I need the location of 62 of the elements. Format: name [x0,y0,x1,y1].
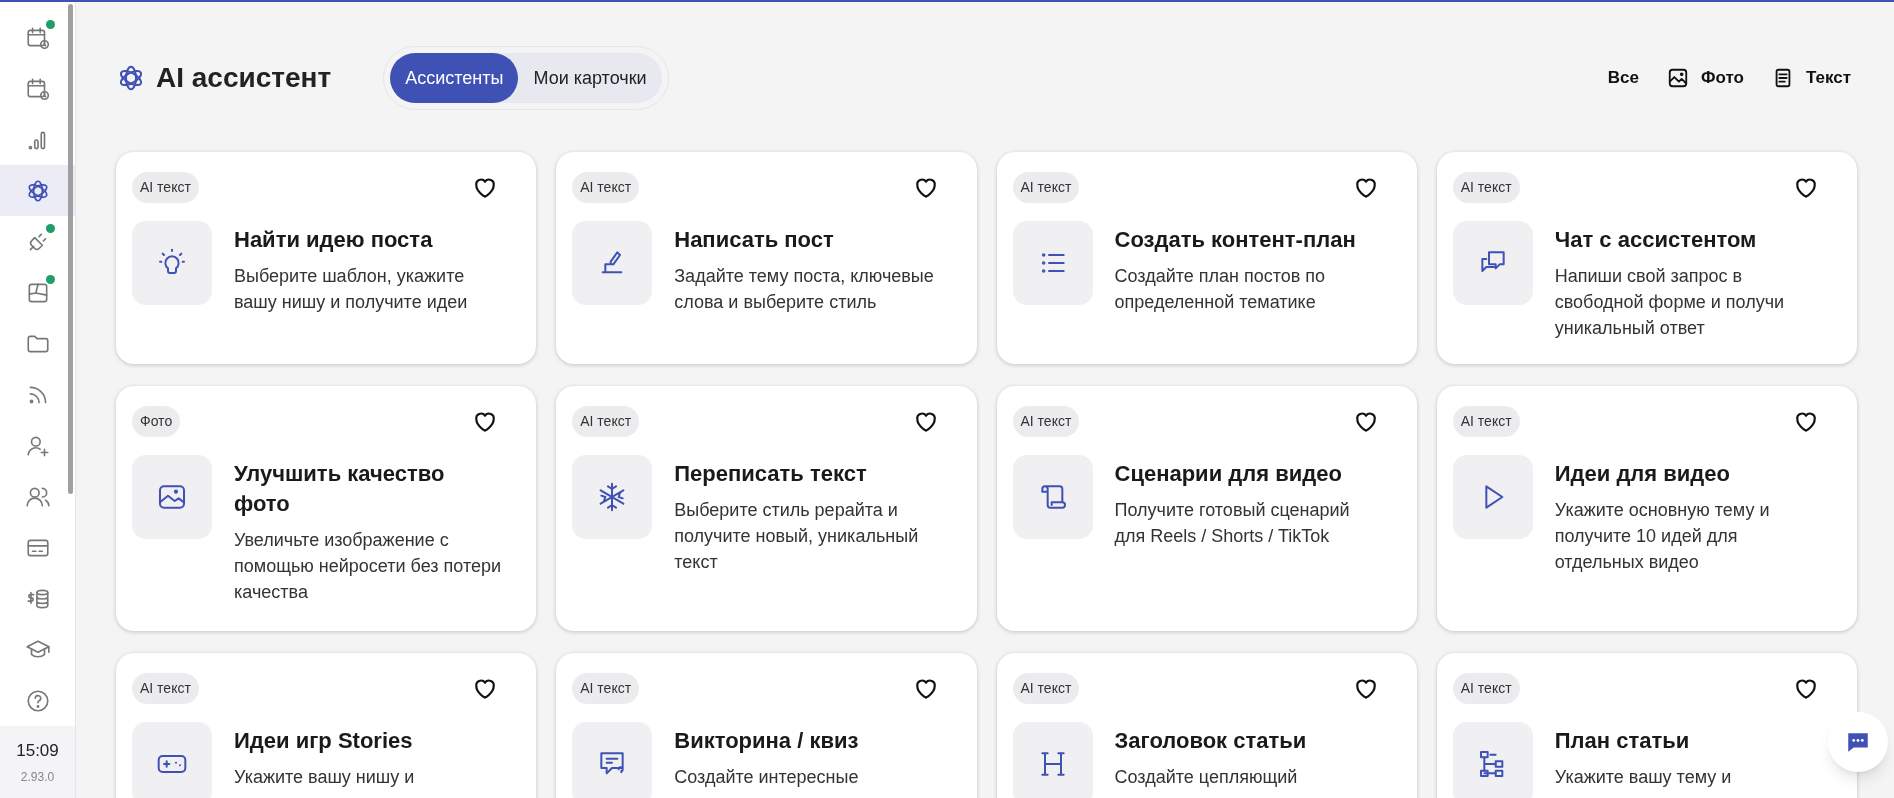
image-icon [1666,67,1689,89]
card-description: Создайте цепляющий [1114,766,1299,789]
assistant-card[interactable]: AI текст Чат с ассистентом Напиши свой запрос в свободной форме и получи уникальный ответ [1436,152,1857,364]
card-title: Идеи для видео [1554,460,1731,488]
card-description: Напиши свой запрос в свободной форме и получи уникальный ответ [1554,265,1786,340]
category-tag: AI текст [1452,406,1520,437]
card-description: Создайте интересные [674,766,859,789]
version-label: 2.93.0 [20,768,55,786]
assistant-card[interactable]: AI текст План статьи Укажите вашу тему и [1436,653,1857,798]
page-title: AI ассистент [156,61,332,95]
card-title: Сценарии для видео [1114,460,1343,488]
card-title: Викторина / квиз [674,727,859,755]
scrollbar[interactable] [68,4,73,494]
help-icon [24,687,51,714]
filter-button[interactable]: Все [1607,65,1639,91]
calendar-clock-icon [24,24,51,51]
tab[interactable]: Мои карточки [518,53,662,103]
category-tag: AI текст [132,673,199,704]
category-tag: AI текст [572,673,640,704]
assistant-card[interactable]: AI текст Переписать текст Выберите стиль рерайта и получите новый, уникальный текст [556,386,977,631]
card-description: Укажите вашу нишу и [234,766,415,789]
category-tag: Фото [132,406,181,437]
assistant-card[interactable]: AI текст Идеи игр Stories Укажите вашу нишу и [116,653,537,798]
card-title: Чат с ассистентом [1554,226,1758,254]
card-description: Укажите основную тему и получите 10 идей для отдельных видео [1554,499,1771,574]
card-description: Выберите стиль рерайта и получите новый, уникальный текст [674,499,920,574]
card-title: Улучшить качество фото [234,460,446,518]
card-description: Увеличьте изображение с помощью нейросети без потери качества [234,529,503,604]
category-tag: AI текст [1452,172,1520,203]
card-description: Создайте план постов по определенной тематике [1114,265,1327,314]
card-title: План статьи [1554,727,1691,755]
category-tag: AI текст [132,172,199,203]
assistant-card[interactable]: AI текст Найти идею поста Выберите шаблон, укажите вашу нишу и получите идеи [116,152,537,364]
assistant-card[interactable]: AI текст Идеи для видео Укажите основную тему и получите 10 идей для отдельных видео [1436,386,1857,631]
category-tag: AI текст [1012,172,1080,203]
category-tag: AI текст [1452,673,1520,704]
card-description: Укажите вашу тему и [1554,766,1732,789]
tab[interactable]: Ассистенты [390,53,519,103]
assistant-card[interactable]: AI текст Написать пост Задайте тему поста, ключевые слова и выберите стиль [556,152,977,364]
sidebar-item[interactable] [0,165,75,216]
calendar-clock-icon [24,75,51,102]
assistant-card[interactable]: AI текст Заголовок статьи Создайте цепляющий [996,653,1417,798]
category-tag: AI текст [1012,406,1080,437]
filter-button[interactable]: Фото [1666,65,1744,91]
card-description: Получите готовый сценарий для Reels / Shorts / TikTok [1114,499,1351,548]
assistant-card[interactable]: AI текст Викторина / квиз Создайте интересные [556,653,977,798]
category-tag: AI текст [1012,673,1080,704]
assistant-card[interactable]: Фото Улучшить качество фото Увеличьте изображение с помощью нейросети без потери качества [116,386,537,631]
card-description: Задайте тему поста, ключевые слова и выберите стиль [674,265,935,314]
card-description: Выберите шаблон, укажите вашу нишу и получите идеи [234,265,469,314]
filter-button[interactable]: Текст [1771,65,1851,91]
category-tag: AI текст [572,406,640,437]
card-title: Написать пост [674,226,835,254]
card-title: Заголовок статьи [1114,727,1307,755]
card-title: Создать контент-план [1114,226,1357,254]
assistant-card[interactable]: AI текст Создать контент-план Создайте план постов по определенной тематике [996,152,1417,364]
category-tag: AI текст [572,172,640,203]
clock-time: 15:09 [16,740,59,763]
card-title: Идеи игр Stories [234,727,414,755]
card-title: Найти идею поста [234,226,434,254]
card-title: Переписать текст [674,460,868,488]
assistant-card[interactable]: AI текст Сценарии для видео Получите готовый сценарий для Reels / Shorts / TikTok [996,386,1417,631]
